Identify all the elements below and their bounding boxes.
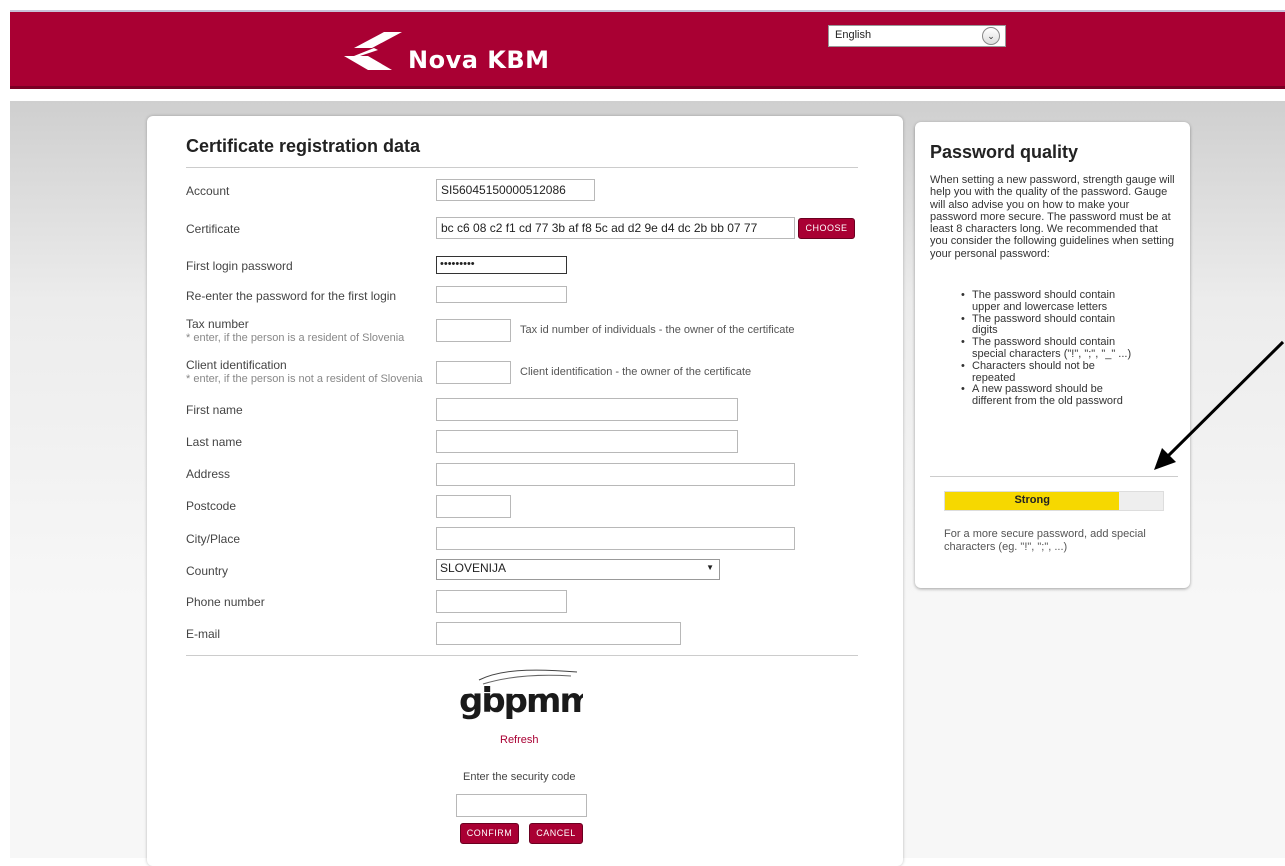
language-select[interactable]: English ⌄: [828, 25, 1006, 47]
tax-number-field[interactable]: [436, 319, 511, 342]
guideline-item: The password should contain upper and lo…: [961, 289, 1141, 314]
security-code-prompt: Enter the security code: [463, 771, 576, 783]
page-title: Certificate registration data: [186, 136, 421, 156]
country-label: Country: [186, 564, 229, 578]
gauge-divider: [930, 476, 1178, 477]
cancel-button[interactable]: CANCEL: [529, 823, 583, 844]
first-login-password-label: First login password: [186, 259, 293, 273]
dropdown-arrow-icon: ▼: [706, 563, 714, 572]
guideline-item: Characters should not be repeated: [961, 360, 1141, 385]
client-identification-field[interactable]: [436, 361, 511, 384]
phone-field[interactable]: [436, 590, 567, 613]
header-bar: Nova KBM English ⌄: [10, 10, 1285, 89]
language-value: English: [835, 29, 872, 41]
country-value: SLOVENIJA: [440, 561, 507, 575]
client-identification-label: Client identification: [186, 358, 287, 372]
annotation-arrow-icon: [1154, 340, 1285, 470]
certificate-label: Certificate: [186, 222, 241, 236]
reenter-password-label: Re-enter the password for the first logi…: [186, 289, 397, 303]
chevron-down-icon[interactable]: ⌄: [982, 27, 1000, 45]
client-identification-hint: Client identification - the owner of the…: [520, 366, 752, 378]
address-label: Address: [186, 467, 231, 481]
city-label: City/Place: [186, 532, 241, 546]
client-identification-note: * enter, if the person is not a resident…: [186, 373, 423, 385]
strength-label: Strong: [1014, 494, 1050, 506]
captcha-image: gbpmm: [459, 669, 583, 721]
password-quality-title: Password quality: [930, 142, 1079, 162]
bank-logo[interactable]: Nova KBM: [344, 26, 574, 82]
reenter-password-field[interactable]: [436, 286, 567, 303]
certificate-field[interactable]: bc c6 08 c2 f1 cd 77 3b af f8 5c ad d2 9…: [436, 217, 795, 239]
confirm-button[interactable]: CONFIRM: [460, 823, 519, 844]
address-field[interactable]: [436, 463, 795, 486]
password-quality-intro: When setting a new password, strength ga…: [930, 174, 1175, 260]
account-field[interactable]: SI56045150000512086: [436, 179, 595, 201]
country-select[interactable]: SLOVENIJA ▼: [436, 559, 720, 580]
email-label: E-mail: [186, 627, 221, 641]
first-name-field[interactable]: [436, 398, 738, 421]
security-code-field[interactable]: [456, 794, 587, 817]
choose-button[interactable]: CHOOSE: [798, 218, 855, 239]
last-name-label: Last name: [186, 435, 243, 449]
brand-name: Nova KBM: [408, 46, 550, 74]
guideline-item: A new password should be different from …: [961, 384, 1141, 408]
postcode-field[interactable]: [436, 495, 511, 518]
first-name-label: First name: [186, 403, 243, 417]
postcode-label: Postcode: [186, 499, 237, 513]
last-name-field[interactable]: [436, 430, 738, 453]
city-field[interactable]: [436, 527, 795, 550]
tax-number-note: * enter, if the person is a resident of …: [186, 332, 405, 344]
password-guidelines: The password should contain upper and lo…: [961, 289, 1141, 408]
email-field[interactable]: [436, 622, 681, 645]
captcha-code: gbpmm: [459, 681, 583, 721]
phone-label: Phone number: [186, 595, 265, 609]
account-label: Account: [186, 184, 230, 198]
logo-mark-icon: [344, 32, 402, 70]
guideline-item: The password should contain special char…: [961, 336, 1141, 361]
title-divider: [186, 167, 858, 168]
guideline-item: The password should contain digits: [961, 313, 1141, 338]
first-login-password-field[interactable]: •••••••••: [436, 256, 567, 274]
refresh-captcha-link[interactable]: Refresh: [500, 734, 539, 746]
strength-advice: For a more secure password, add special …: [944, 528, 1146, 553]
tax-number-hint: Tax id number of individuals - the owner…: [520, 324, 795, 336]
strength-gauge: Strong: [944, 491, 1164, 511]
tax-number-label: Tax number: [186, 317, 249, 331]
form-divider: [186, 655, 858, 656]
